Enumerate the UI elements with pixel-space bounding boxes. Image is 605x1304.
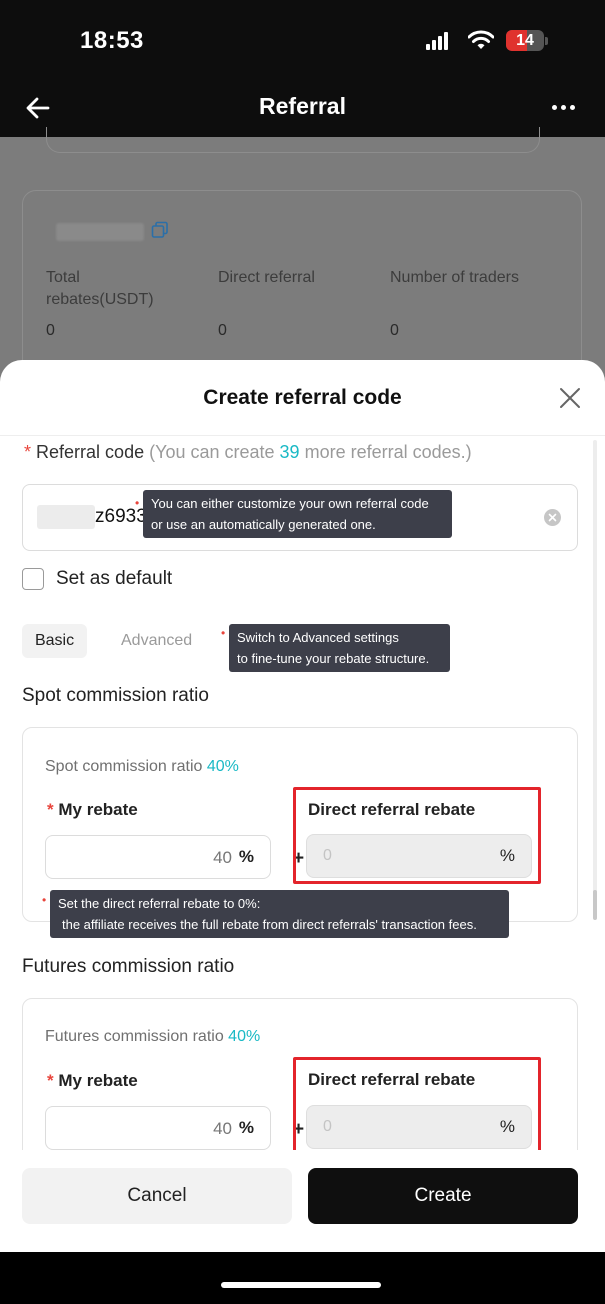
stat-label-direct-referral: Direct referral [218,269,315,286]
referral-code-hint-prefix: (You can create [149,442,275,462]
futures-ratio-value: 40% [228,1028,261,1045]
stat-value-total-rebates: 0 [46,322,55,339]
tooltip-line: to fine-tune your rebate structure. [237,651,430,666]
futures-ratio-label: Futures commission ratio [45,1028,224,1045]
status-bar: 18:53 14 [0,0,605,80]
spot-my-rebate-input[interactable]: 40 % [45,835,271,879]
masked-referral-code [56,223,144,241]
tooltip-line: the affiliate receives the full rebate f… [62,917,477,932]
referral-code-hint-suffix: more referral codes.) [304,442,472,462]
futures-section-title: Futures commission ratio [22,956,235,977]
stat-value-number-of-traders: 0 [390,322,399,339]
spot-direct-referral-label: Direct referral rebate [308,800,476,819]
create-button[interactable]: Create [308,1168,578,1224]
home-indicator-area [0,1252,605,1304]
background-card-top [46,127,540,153]
futures-ratio-caption: Futures commission ratio 40% [45,1028,260,1046]
page-title: Referral [259,93,346,119]
copy-icon[interactable] [151,221,169,239]
futures-direct-referral-input[interactable]: 0 % [306,1105,532,1149]
remaining-codes-count: 39 [279,442,300,462]
futures-my-rebate-text: My rebate [58,1071,138,1090]
futures-my-rebate-value[interactable]: 40 [213,1119,232,1139]
spot-direct-referral-placeholder: 0 [323,847,332,864]
tab-advanced[interactable]: Advanced [121,624,192,658]
tooltip-referral-code: You can either customize your own referr… [143,490,452,538]
clear-input-icon[interactable] [544,509,561,526]
tooltip-line: Switch to Advanced settings [237,630,399,645]
more-dots-icon[interactable] [551,94,577,120]
tooltip-advanced: Switch to Advanced settings to fine-tune… [229,624,450,672]
spot-ratio-caption: Spot commission ratio 40% [45,758,239,776]
status-time: 18:53 [80,27,144,54]
percent-suffix: % [499,1117,515,1136]
spot-my-rebate-text: My rebate [58,800,138,819]
spot-my-rebate-value[interactable]: 40 [213,848,232,868]
tooltip-marker: • [135,496,140,510]
tooltip-direct-referral: Set the direct referral rebate to 0%: th… [50,890,509,938]
stat-value-direct-referral: 0 [218,322,227,339]
futures-direct-referral-placeholder: 0 [323,1118,332,1135]
background-page: Total rebates(USDT) Direct referral Numb… [0,127,605,410]
header-divider [0,435,605,436]
percent-suffix: % [238,1118,254,1137]
close-icon[interactable] [558,386,582,410]
masked-code-prefix [37,505,95,529]
required-mark: * [47,800,54,819]
battery-percent: 14 [516,32,534,49]
futures-direct-referral-highlight: Direct referral rebate 0 % [293,1057,541,1157]
spot-direct-referral-highlight: Direct referral rebate 0 % [293,787,541,884]
tooltip-line: or use an automatically generated one. [151,517,376,532]
required-mark: * [24,442,32,462]
sheet-title: Create referral code [203,386,402,409]
spot-ratio-label: Spot commission ratio [45,758,203,775]
tooltip-marker: • [42,893,47,907]
set-default-checkbox[interactable] [22,568,44,590]
tooltip-marker: • [221,626,226,640]
home-indicator[interactable] [221,1282,381,1288]
sheet-footer: Cancel Create [0,1150,605,1252]
required-mark: * [47,1071,54,1090]
futures-my-rebate-label: * My rebate [47,1071,138,1091]
stat-label-number-of-traders: Number of traders [390,269,519,286]
scrollbar-thumb[interactable] [593,890,597,920]
futures-direct-referral-label: Direct referral rebate [308,1070,476,1089]
stat-label-total-rebates: Total rebates(USDT) [46,269,154,308]
wifi-icon [468,30,494,49]
create-referral-sheet: Create referral code * Referral code (Yo… [0,360,605,1252]
referral-code-title: Referral code [36,442,145,462]
spot-direct-referral-input[interactable]: 0 % [306,834,532,878]
tooltip-line: Set the direct referral rebate to 0%: [58,896,261,911]
cancel-button[interactable]: Cancel [22,1168,292,1224]
spot-my-rebate-label: * My rebate [47,800,138,820]
spot-section-title: Spot commission ratio [22,685,209,706]
futures-my-rebate-input[interactable]: 40 % [45,1106,271,1150]
tab-basic[interactable]: Basic [22,624,87,658]
percent-suffix: % [499,846,515,865]
battery-tip [545,37,548,45]
scrollbar-track[interactable] [593,440,597,915]
tooltip-line: You can either customize your own referr… [151,496,429,511]
battery-icon: 14 [506,30,544,51]
cellular-signal-icon [426,32,450,50]
spot-ratio-value: 40% [206,758,239,775]
set-default-label[interactable]: Set as default [56,568,172,590]
referral-code-label: * Referral code (You can create 39 more … [24,442,472,463]
percent-suffix: % [238,847,254,866]
